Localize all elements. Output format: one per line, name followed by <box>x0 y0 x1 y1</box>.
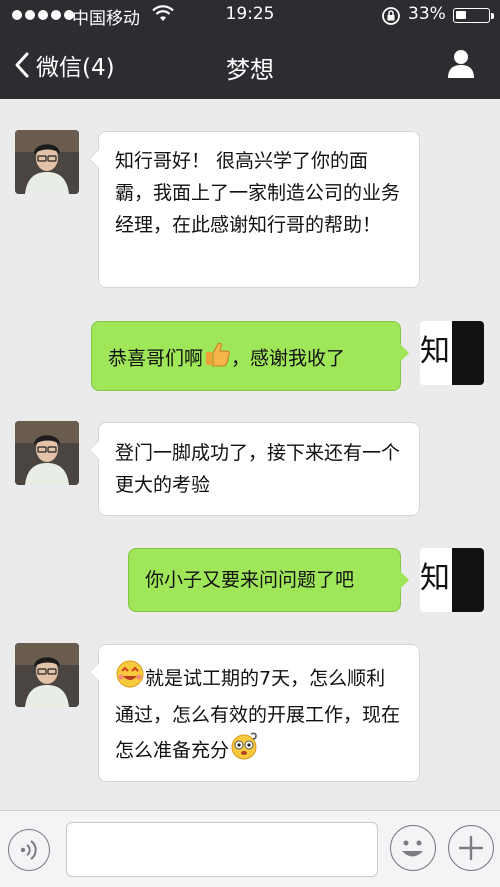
logo-text: 知行 <box>420 561 484 596</box>
thumbs-up-emoji <box>203 340 231 378</box>
voice-input-button[interactable] <box>8 829 50 871</box>
voice-icon <box>20 840 37 860</box>
message-bubble-received[interactable]: 知行哥好！ 很高兴学了你的面霸，我面上了一家制造公司的业务经理，在此感谢知行哥的… <box>89 131 420 288</box>
person-icon <box>448 50 474 78</box>
status-bar: 中国移动 19:25 33% <box>0 0 500 30</box>
message-input[interactable] <box>66 822 378 877</box>
message-bubble-sent[interactable]: 恭喜哥们啊 ，感谢我收了 <box>91 321 409 391</box>
more-options-button[interactable] <box>448 825 494 871</box>
message-text: 登门一脚成功了，接下来还有一个更大的考验 <box>115 442 401 496</box>
message-bubble-sent[interactable]: 你小子又要来问问题了吧 <box>128 548 409 612</box>
avatar-logo[interactable]: 知行 <box>420 321 484 385</box>
avatar-logo[interactable]: 知行 <box>420 548 484 612</box>
confused-face-emoji <box>229 731 259 771</box>
smiley-icon <box>402 840 423 857</box>
contact-info-button[interactable] <box>444 46 478 84</box>
message-text: 你小子又要来问问题了吧 <box>145 569 355 591</box>
avatar[interactable] <box>15 421 79 485</box>
top-bar: 中国移动 19:25 33% 微信(4) 梦想 <box>0 0 500 99</box>
avatar[interactable] <box>15 130 79 194</box>
chat-title: 梦想 <box>226 56 274 84</box>
input-bar <box>0 810 500 887</box>
message-content: 就是试工期的7天，怎么顺利通过，怎么有效的开展工作，现在怎么准备充分 <box>115 659 403 771</box>
battery-icon <box>453 8 494 23</box>
battery-percent: 33% <box>408 4 446 24</box>
message-bubble-received[interactable]: 登门一脚成功了，接下来还有一个更大的考验 <box>89 422 420 516</box>
happy-face-emoji <box>115 659 145 699</box>
battery-fill <box>456 11 466 19</box>
message-text: 恭喜哥们啊 <box>108 347 204 370</box>
message-text-after: ，感谢我收了 <box>231 347 346 370</box>
emoji-button[interactable] <box>390 825 436 871</box>
message-bubble-received[interactable]: 就是试工期的7天，怎么顺利通过，怎么有效的开展工作，现在怎么准备充分 <box>89 644 420 782</box>
avatar[interactable] <box>15 643 79 707</box>
navigation-bar: 微信(4) 梦想 <box>0 30 500 99</box>
rotation-lock-icon <box>381 6 401 31</box>
logo-text: 知行 <box>420 334 484 369</box>
plus-icon <box>458 835 484 861</box>
message-text: 知行哥好！ 很高兴学了你的面霸，我面上了一家制造公司的业务经理，在此感谢知行哥的… <box>115 150 401 236</box>
